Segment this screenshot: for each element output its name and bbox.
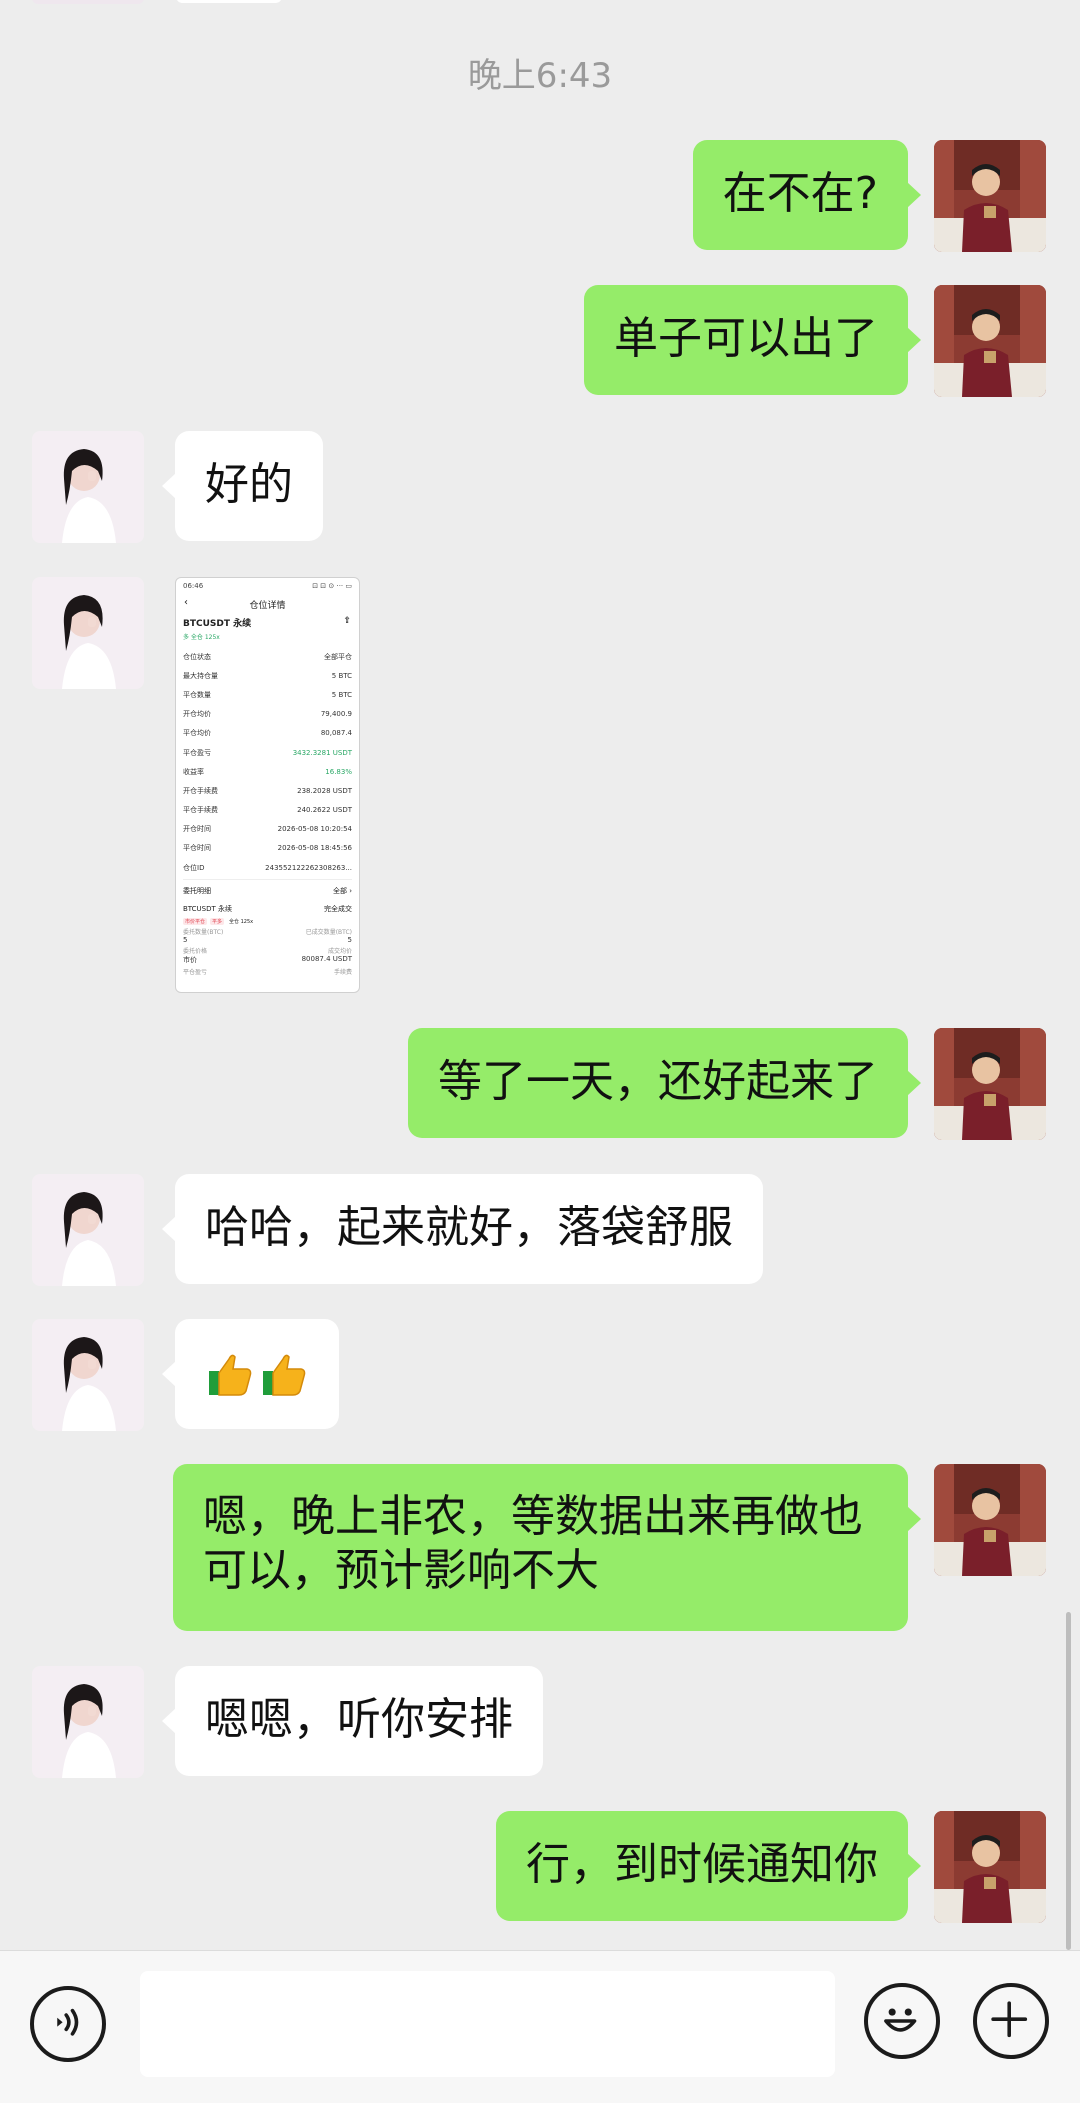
- my-avatar[interactable]: [934, 140, 1046, 252]
- thumbs-up-icon: [209, 1354, 252, 1396]
- my-avatar[interactable]: [934, 285, 1046, 397]
- timestamp: 晚上6:43: [467, 56, 613, 96]
- screenshot-row: 平仓手续费 240.2622 USDT: [183, 806, 352, 815]
- emoji-button[interactable]: [864, 1983, 940, 2059]
- message-bubble-received[interactable]: 好的: [162, 431, 323, 541]
- bubble-fragment: [176, 0, 282, 3]
- plus-icon: [991, 2001, 1028, 2038]
- contact-avatar[interactable]: [32, 431, 144, 543]
- screenshot-row: 最大持仓量 5 BTC: [183, 671, 352, 680]
- screenshot-value-row: 55: [183, 936, 352, 945]
- screenshot-tags: 多 全仓 125x: [183, 634, 220, 641]
- image-message[interactable]: 06:46 ⊡ ⊡ ⊙ ··· ▭ ‹ 仓位详情 BTCUSDT 永续 ⇪ 多 全仓 …: [175, 577, 360, 993]
- message-bubble-received[interactable]: [162, 1319, 339, 1429]
- screenshot-status-bar: 06:46 ⊡ ⊡ ⊙ ··· ▭: [183, 582, 352, 590]
- smiley-icon: [884, 2008, 917, 2032]
- message-input[interactable]: [140, 1971, 835, 2077]
- screenshot-order-header: BTCUSDT 永续 完全成交: [183, 905, 352, 914]
- screenshot-pair: BTCUSDT 永续 ⇪: [183, 616, 351, 629]
- contact-avatar[interactable]: [32, 1666, 144, 1778]
- share-icon: ⇪: [343, 616, 351, 626]
- contact-avatar[interactable]: [32, 577, 144, 689]
- back-icon: ‹: [184, 597, 188, 608]
- divider: [183, 879, 352, 881]
- message-bubble-sent[interactable]: 在不在?: [692, 140, 922, 250]
- screenshot-row: 开仓均价 79,400.9: [183, 710, 352, 719]
- screenshot-label-row: 委托价格 成交均价: [183, 948, 352, 956]
- my-avatar[interactable]: [934, 1464, 1046, 1576]
- screenshot-row: 平仓盈亏 3432.3281 USDT: [183, 748, 352, 757]
- screenshot-row: 开仓手续费 238.2028 USDT: [183, 786, 352, 795]
- screenshot-row: 收益率 16.83%: [183, 767, 352, 776]
- chat-area[interactable]: 晚上6:43 在不在? 单子可以出了 好的 06:46 ⊡ ⊡ ⊙ ··· ▭ ‹…: [0, 0, 1080, 1950]
- voice-icon: [57, 2008, 79, 2036]
- avatar-fragment: [32, 0, 144, 4]
- screenshot-row: 开仓时间 2026-05-08 10:20:54: [183, 825, 352, 834]
- more-options-button[interactable]: [973, 1983, 1049, 2059]
- screenshot-badges: 市价平仓 平多 全仓 125x: [183, 918, 254, 926]
- scrollbar[interactable]: [1066, 1612, 1071, 1950]
- screenshot-section-header: 委托明细 全部 ›: [183, 887, 352, 896]
- message-bubble-sent[interactable]: 嗯，晚上非农，等数据出来再做也 可以，预计影响不大: [173, 1464, 921, 1631]
- voice-input-button[interactable]: [30, 1986, 106, 2062]
- screenshot-row: 平仓均价 80,087.4: [183, 729, 352, 738]
- screenshot-row: 平仓时间 2026-05-08 18:45:56: [183, 844, 352, 853]
- thumbs-up-icon: [263, 1354, 306, 1396]
- message-line: 嗯，晚上非农，等数据出来再做也: [203, 1491, 863, 1542]
- input-bar: [0, 1950, 1080, 2103]
- screenshot-row: 仓位ID 243552122262308263...: [183, 863, 352, 872]
- message-line: 可以，预计影响不大: [203, 1545, 599, 1596]
- message-bubble-sent[interactable]: 行，到时候通知你: [496, 1811, 921, 1921]
- my-avatar[interactable]: [934, 1028, 1046, 1140]
- screenshot-row: 仓位状态 全部平仓: [183, 652, 352, 661]
- screenshot-title: ‹ 仓位详情: [184, 597, 286, 611]
- contact-avatar[interactable]: [32, 1319, 144, 1431]
- screenshot-row: 平仓数量 5 BTC: [183, 690, 352, 699]
- screenshot-value-row: 市价 80087.4 USDT: [183, 955, 352, 965]
- my-avatar[interactable]: [934, 1811, 1046, 1923]
- screenshot-label-row: 平仓盈亏 手续费: [183, 969, 352, 977]
- message-bubble-sent[interactable]: 等了一天，还好起来了: [408, 1028, 921, 1138]
- message-bubble-received[interactable]: 哈哈，起来就好，落袋舒服: [162, 1174, 763, 1284]
- message-bubble-sent[interactable]: 单子可以出了: [584, 285, 921, 395]
- contact-avatar[interactable]: [32, 1174, 144, 1286]
- screenshot-label-row: 委托数量(BTC) 已成交数量(BTC): [183, 929, 352, 937]
- message-bubble-received[interactable]: 嗯嗯，听你安排: [162, 1666, 543, 1776]
